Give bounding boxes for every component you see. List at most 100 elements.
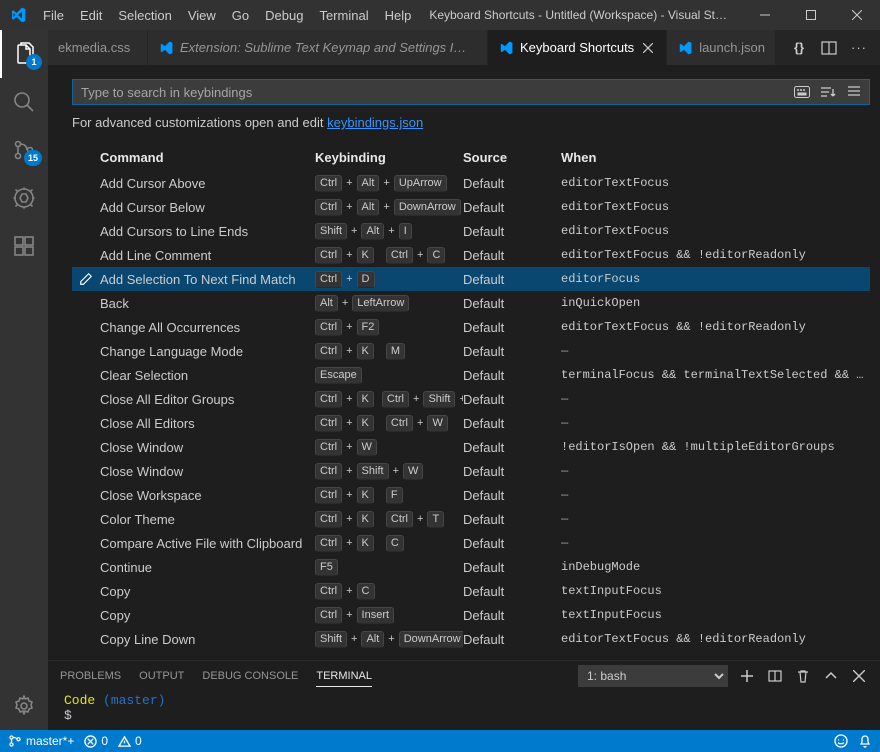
key: Escape bbox=[315, 367, 362, 384]
row-source: Default bbox=[463, 176, 561, 191]
key: Ctrl bbox=[315, 175, 342, 192]
window-title: Keyboard Shortcuts - Untitled (Workspace… bbox=[419, 8, 742, 22]
row-when: — bbox=[561, 392, 870, 406]
col-keybinding[interactable]: Keybinding bbox=[315, 150, 463, 165]
table-row[interactable]: Add Selection To Next Find MatchCtrl+DDe… bbox=[72, 267, 870, 291]
table-row[interactable]: Close WorkspaceCtrl+KFDefault— bbox=[72, 483, 870, 507]
panel-tab-debug-console[interactable]: DEBUG CONSOLE bbox=[202, 666, 298, 686]
table-row[interactable]: Close WindowCtrl+WDefault!editorIsOpen &… bbox=[72, 435, 870, 459]
table-row[interactable]: Close WindowCtrl+Shift+WDefault— bbox=[72, 459, 870, 483]
menu-debug[interactable]: Debug bbox=[257, 0, 311, 30]
table-row[interactable]: CopyCtrl+InsertDefaulttextInputFocus bbox=[72, 603, 870, 627]
key: K bbox=[357, 487, 374, 504]
col-when[interactable]: When bbox=[561, 150, 870, 165]
table-row[interactable]: ContinueF5DefaultinDebugMode bbox=[72, 555, 870, 579]
key: W bbox=[403, 463, 423, 480]
table-body[interactable]: Add Cursor AboveCtrl+Alt+UpArrowDefaulte… bbox=[72, 171, 870, 660]
terminal-select[interactable]: 1: bash bbox=[578, 665, 728, 687]
table-row[interactable]: Add Cursor BelowCtrl+Alt+DownArrowDefaul… bbox=[72, 195, 870, 219]
search-input[interactable] bbox=[72, 79, 870, 105]
panel-tab-terminal[interactable]: TERMINAL bbox=[316, 666, 372, 687]
split-editor-icon[interactable] bbox=[818, 37, 840, 59]
more-icon[interactable]: ··· bbox=[848, 37, 870, 59]
tab-label: ekmedia.css bbox=[58, 40, 130, 55]
menu-file[interactable]: File bbox=[35, 0, 72, 30]
table-row[interactable]: CopyCtrl+CDefaulttextInputFocus bbox=[72, 579, 870, 603]
keybindings-json-link[interactable]: keybindings.json bbox=[327, 115, 423, 130]
window-controls bbox=[742, 0, 880, 30]
close-icon[interactable] bbox=[640, 40, 656, 56]
pencil-icon[interactable] bbox=[79, 272, 93, 286]
tab-launch-json[interactable]: launch.json bbox=[667, 30, 776, 65]
menu-terminal[interactable]: Terminal bbox=[311, 0, 376, 30]
tab-label: Keyboard Shortcuts bbox=[520, 40, 634, 55]
key: Ctrl bbox=[315, 487, 342, 504]
table-row[interactable]: Copy Line DownShift+Alt+DownArrowDefault… bbox=[72, 627, 870, 651]
maximize-button[interactable] bbox=[788, 0, 834, 30]
row-command: Continue bbox=[100, 560, 315, 575]
key: Ctrl bbox=[386, 511, 413, 528]
kill-terminal-icon[interactable] bbox=[794, 667, 812, 685]
activity-search[interactable] bbox=[0, 78, 48, 126]
col-command[interactable]: Command bbox=[100, 150, 315, 165]
key: Shift bbox=[357, 463, 389, 480]
activity-settings[interactable] bbox=[0, 682, 48, 730]
tab-extension-sublime[interactable]: Extension: Sublime Text Keymap and Setti… bbox=[148, 30, 488, 65]
table-row[interactable]: Color ThemeCtrl+KCtrl+TDefault— bbox=[72, 507, 870, 531]
table-row[interactable]: Close All Editor GroupsCtrl+KCtrl+Shift+… bbox=[72, 387, 870, 411]
split-terminal-icon[interactable] bbox=[766, 667, 784, 685]
close-button[interactable] bbox=[834, 0, 880, 30]
activity-debug[interactable] bbox=[0, 174, 48, 222]
key: C bbox=[427, 247, 445, 264]
menu-selection[interactable]: Selection bbox=[110, 0, 179, 30]
activity-explorer[interactable]: 1 bbox=[0, 30, 48, 78]
menu-edit[interactable]: Edit bbox=[72, 0, 110, 30]
status-warnings[interactable]: 0 bbox=[118, 734, 142, 748]
table-row[interactable]: Add Cursors to Line EndsShift+Alt+IDefau… bbox=[72, 219, 870, 243]
table-row[interactable]: Change Language ModeCtrl+KMDefault— bbox=[72, 339, 870, 363]
table-row[interactable]: Close All EditorsCtrl+KCtrl+WDefault— bbox=[72, 411, 870, 435]
table-row[interactable]: Add Line CommentCtrl+KCtrl+CDefaultedito… bbox=[72, 243, 870, 267]
row-command: Change Language Mode bbox=[100, 344, 315, 359]
tab-keyboard-shortcuts[interactable]: Keyboard Shortcuts bbox=[488, 30, 667, 65]
clear-icon[interactable] bbox=[844, 83, 864, 101]
close-panel-icon[interactable] bbox=[850, 667, 868, 685]
row-command: Copy bbox=[100, 584, 315, 599]
row-command: Add Cursor Above bbox=[100, 176, 315, 191]
table-row[interactable]: Compare Active File with ClipboardCtrl+K… bbox=[72, 531, 870, 555]
status-errors[interactable]: 0 bbox=[84, 734, 108, 748]
key: C bbox=[386, 535, 404, 552]
new-terminal-icon[interactable] bbox=[738, 667, 756, 685]
activity-scm[interactable]: 15 bbox=[0, 126, 48, 174]
tab-ekmedia-css[interactable]: ekmedia.css bbox=[48, 30, 148, 65]
table-row[interactable]: BackAlt+LeftArrowDefaultinQuickOpen bbox=[72, 291, 870, 315]
record-keys-icon[interactable] bbox=[792, 83, 812, 101]
sort-icon[interactable] bbox=[818, 83, 838, 101]
status-feedback[interactable] bbox=[834, 734, 848, 748]
key: DownArrow bbox=[394, 199, 461, 216]
maximize-panel-icon[interactable] bbox=[822, 667, 840, 685]
row-source: Default bbox=[463, 632, 561, 647]
panel-tab-problems[interactable]: PROBLEMS bbox=[60, 666, 121, 686]
key: W bbox=[357, 439, 377, 456]
table-row[interactable]: Change All OccurrencesCtrl+F2Defaultedit… bbox=[72, 315, 870, 339]
activity-extensions[interactable] bbox=[0, 222, 48, 270]
terminal-body[interactable]: Code (master) $ bbox=[48, 691, 880, 730]
row-keybinding: Ctrl+C bbox=[315, 583, 463, 600]
row-command: Compare Active File with Clipboard bbox=[100, 536, 315, 551]
panel-tab-output[interactable]: OUTPUT bbox=[139, 666, 184, 686]
table-row[interactable]: Add Cursor AboveCtrl+Alt+UpArrowDefaulte… bbox=[72, 171, 870, 195]
table-row[interactable]: Clear SelectionEscapeDefaultterminalFocu… bbox=[72, 363, 870, 387]
status-branch[interactable]: master*+ bbox=[8, 734, 74, 748]
row-keybinding: Ctrl+KCtrl+Shift+ bbox=[315, 391, 463, 408]
minimize-button[interactable] bbox=[742, 0, 788, 30]
col-source[interactable]: Source bbox=[463, 150, 561, 165]
menu-help[interactable]: Help bbox=[377, 0, 420, 30]
key: K bbox=[357, 535, 374, 552]
menu-go[interactable]: Go bbox=[224, 0, 257, 30]
menu-view[interactable]: View bbox=[180, 0, 224, 30]
braces-icon[interactable]: {} bbox=[788, 37, 810, 59]
row-when: terminalFocus && terminalTextSelected &&… bbox=[561, 368, 870, 382]
status-bell[interactable] bbox=[858, 734, 872, 748]
file-icon bbox=[498, 40, 514, 56]
